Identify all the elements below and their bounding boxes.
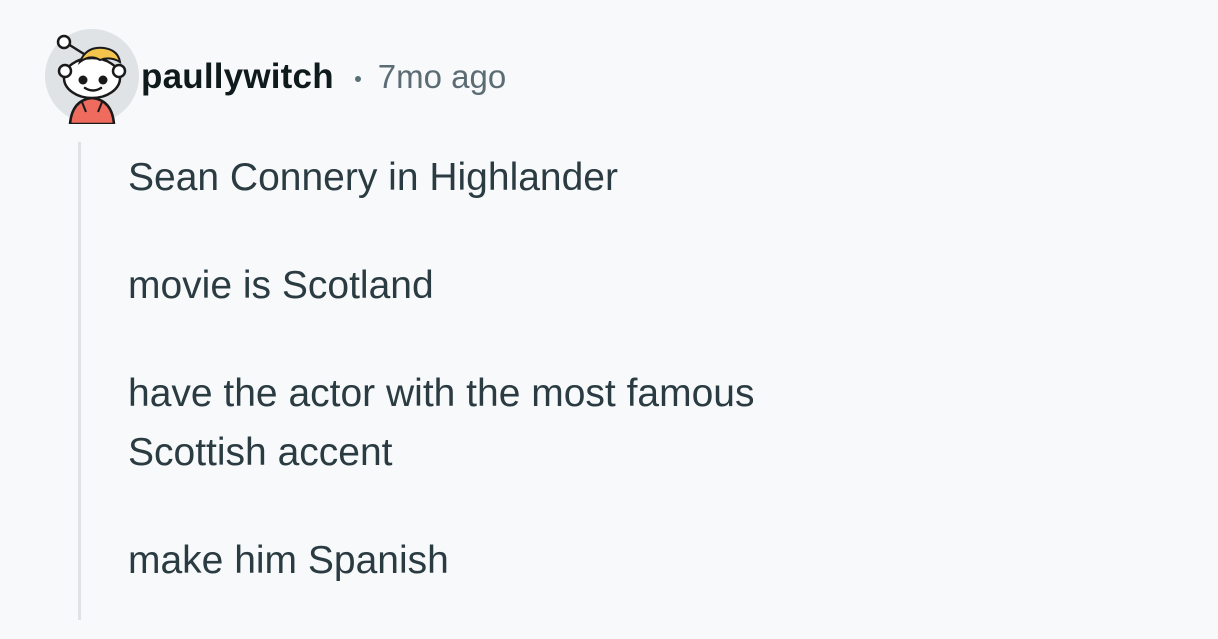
- comment-timestamp-link[interactable]: 7mo ago: [378, 58, 506, 96]
- thread-collapse-line[interactable]: [78, 142, 81, 620]
- author-username-link[interactable]: paullywitch: [141, 57, 334, 97]
- dot-separator-icon: [354, 76, 361, 82]
- comment-paragraph: have the actor with the most famous Scott…: [128, 364, 1188, 482]
- snoo-avatar-icon[interactable]: [44, 28, 140, 124]
- comment: paullywitch 7mo ago Sean Connery in High…: [0, 0, 1218, 620]
- comment-line: Scottish accent: [128, 431, 393, 474]
- comment-body: Sean Connery in Highlander movie is Scot…: [128, 148, 1188, 639]
- comment-paragraph: make him Spanish: [128, 539, 449, 582]
- comment-line: have the actor with the most famous: [128, 372, 755, 415]
- comment-paragraph: movie is Scotland: [128, 264, 434, 307]
- comment-meta: paullywitch 7mo ago: [141, 52, 506, 102]
- comment-paragraph: Sean Connery in Highlander: [128, 156, 618, 199]
